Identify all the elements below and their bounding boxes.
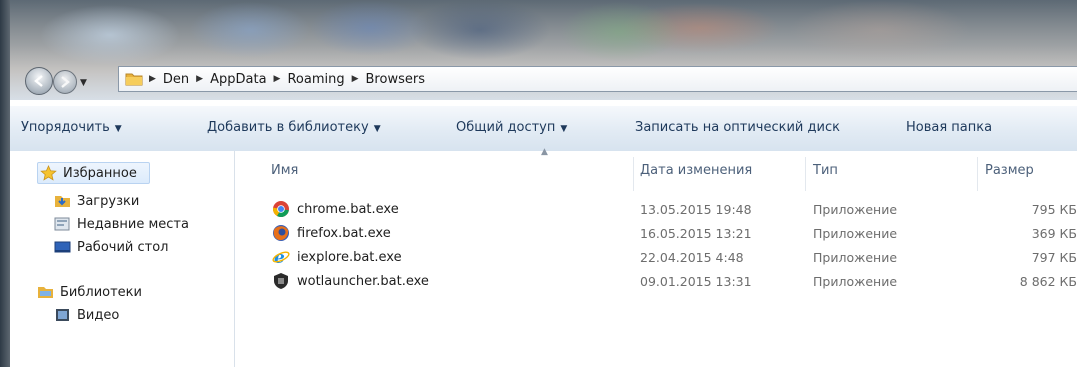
sidebar-item-video[interactable]: Видео — [54, 307, 119, 323]
command-bar: Упорядочить ▼ Добавить в библиотеку ▼ Общи… — [10, 105, 1077, 152]
back-button[interactable] — [25, 67, 53, 95]
desktop-icon — [54, 241, 71, 253]
sidebar-item-libraries[interactable]: Библиотеки — [37, 284, 142, 300]
recent-places-icon — [54, 217, 70, 231]
sidebar-item-downloads[interactable]: Загрузки — [54, 193, 139, 209]
column-header-type[interactable]: Тип — [813, 163, 838, 178]
forward-arrow-icon — [61, 76, 70, 88]
breadcrumb-appdata[interactable]: ▶ AppData — [196, 72, 273, 87]
sidebar-item-recent-places[interactable]: Недавние места — [54, 216, 189, 232]
sidebar-item-favorites[interactable]: Избранное — [37, 162, 150, 184]
wot-launcher-icon — [274, 273, 288, 289]
file-row[interactable]: firefox.bat.exe 16.05.2015 13:21 Приложе… — [235, 221, 1077, 245]
sort-ascending-icon: ▲ — [541, 147, 548, 157]
recent-pages-dropdown[interactable]: ▼ — [80, 78, 87, 88]
column-header-name[interactable]: Имя — [271, 163, 298, 178]
column-divider[interactable] — [805, 157, 806, 191]
column-divider[interactable] — [977, 157, 978, 191]
star-icon — [40, 165, 57, 181]
firefox-icon — [273, 225, 289, 241]
breadcrumb-roaming[interactable]: ▶ Roaming — [274, 72, 352, 87]
breadcrumb-separator-icon: ▶ — [196, 74, 204, 84]
address-bar[interactable]: ▶ Den ▶ AppData ▶ Roaming ▶ Browsers — [118, 66, 1077, 92]
file-row[interactable]: e iexplore.bat.exe 22.04.2015 4:48 Прило… — [235, 245, 1077, 269]
libraries-icon — [38, 287, 53, 298]
chrome-icon — [272, 201, 289, 218]
forward-button[interactable] — [53, 70, 77, 94]
file-row[interactable]: wotlauncher.bat.exe 09.01.2015 13:31 При… — [235, 269, 1077, 293]
share-button[interactable]: Общий доступ ▼ — [456, 120, 567, 135]
breadcrumb-browsers[interactable]: ▶ Browsers — [352, 72, 432, 87]
file-row[interactable]: chrome.bat.exe 13.05.2015 19:48 Приложен… — [235, 197, 1077, 221]
add-to-library-button[interactable]: Добавить в библиотеку ▼ — [207, 120, 381, 135]
sidebar-item-desktop[interactable]: Рабочий стол — [54, 239, 168, 255]
chevron-down-icon: ▼ — [373, 124, 381, 134]
column-header-size[interactable]: Размер — [985, 163, 1034, 178]
file-list: ▲ Имя Дата изменения Тип Размер chrome.b… — [235, 147, 1077, 367]
new-folder-button[interactable]: Новая папка — [906, 120, 992, 135]
column-divider[interactable] — [633, 157, 634, 191]
folder-icon — [125, 73, 143, 86]
chevron-down-icon: ▼ — [114, 124, 122, 134]
breadcrumb-den[interactable]: ▶ Den — [149, 72, 196, 87]
internet-explorer-icon: e — [272, 248, 290, 266]
back-arrow-icon — [34, 75, 43, 87]
organize-button[interactable]: Упорядочить ▼ — [21, 120, 122, 135]
chevron-down-icon: ▼ — [560, 124, 568, 134]
breadcrumb-separator-icon: ▶ — [351, 74, 359, 84]
video-icon — [56, 309, 69, 321]
breadcrumb-separator-icon: ▶ — [149, 74, 156, 84]
column-header-date[interactable]: Дата изменения — [640, 163, 752, 178]
navigation-pane: Избранное Загрузки Недавние места Рабочи… — [10, 151, 235, 367]
downloads-folder-icon — [55, 196, 70, 207]
breadcrumb-separator-icon: ▶ — [273, 74, 281, 84]
burn-button[interactable]: Записать на оптический диск — [635, 120, 840, 135]
window-frame-left — [0, 0, 10, 367]
